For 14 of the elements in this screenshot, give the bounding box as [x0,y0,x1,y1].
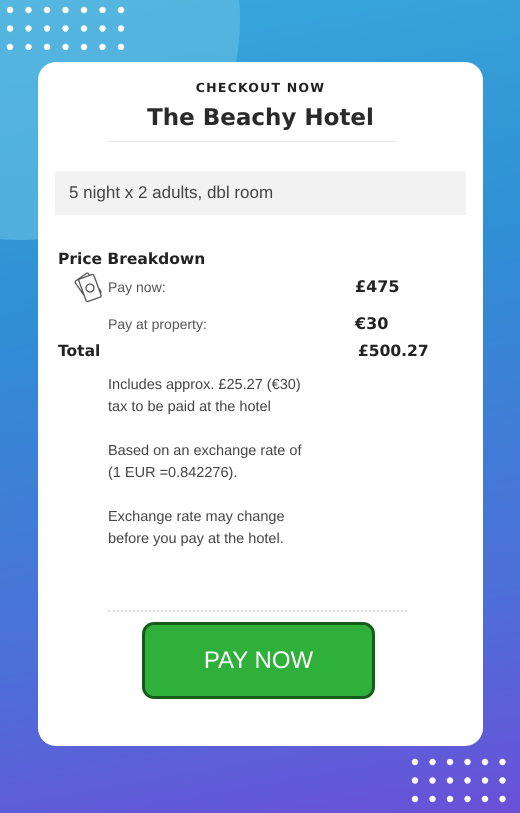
price-value: £475 [355,277,400,296]
tax-note: Based on an exchange rate of (1 EUR =0.842276). [108,442,302,483]
price-label: Pay now: [108,278,167,294]
total-label: Total [58,342,102,360]
tax-note: Exchange rate may change before you pay at the hotel. [108,508,286,549]
booking-summary: 5 night x 2 adults, dbl room [55,171,466,215]
hotel-title: The Beachy Hotel [147,105,374,131]
tax-note: Includes approx. £25.27 (€30) tax to be paid at the hotel [108,376,302,417]
price-label: Pay at property: [108,316,208,332]
pay-now-button[interactable]: PAY NOW [142,622,375,699]
total-value: £500.27 [358,342,429,360]
section-heading: Price Breakdown [58,250,206,268]
price-value: €30 [355,314,388,333]
checkout-label: CHECKOUT NOW [196,80,326,95]
